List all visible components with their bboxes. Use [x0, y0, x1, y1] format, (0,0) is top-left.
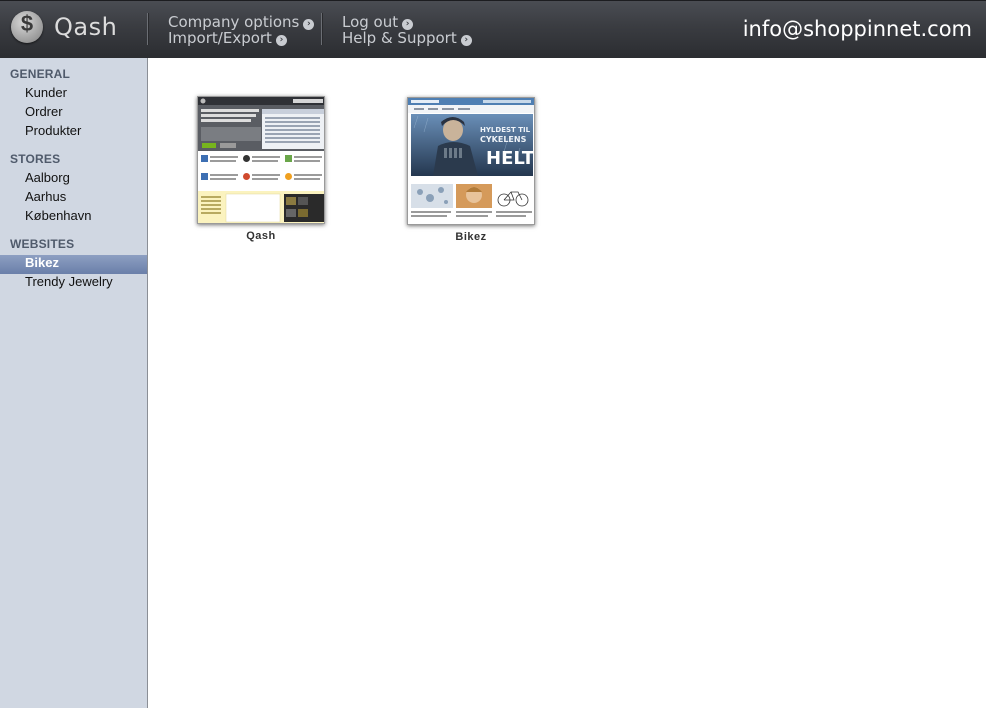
website-name[interactable]: Qash [197, 230, 325, 242]
website-preview-image[interactable]: HYLDEST TIL CYKELENS HELTE [407, 97, 535, 225]
sidebar: GENERAL Kunder Ordrer Produkter STORES A… [0, 58, 148, 708]
svg-text:CYKELENS: CYKELENS [480, 135, 527, 144]
sidebar-item-bikez[interactable]: Bikez [0, 255, 147, 274]
sidebar-item-produkter[interactable]: Produkter [0, 123, 147, 142]
top-bar: $ Qash Company options › Import/Export › L… [0, 0, 986, 58]
section-heading-general: GENERAL [10, 67, 71, 81]
dollar-coin-icon[interactable]: $ [11, 11, 43, 43]
svg-text:HELTE: HELTE [486, 148, 535, 169]
sidebar-item-ordrer[interactable]: Ordrer [0, 104, 147, 123]
sidebar-item-aalborg[interactable]: Aalborg [0, 170, 147, 189]
import-export-link[interactable]: Import/Export › [168, 29, 287, 47]
header-divider [321, 13, 322, 45]
app-name[interactable]: Qash [54, 13, 117, 41]
section-heading-stores: STORES [10, 152, 61, 166]
arrow-right-circle-icon: › [275, 35, 287, 46]
arrow-right-circle-icon: › [460, 35, 472, 46]
sidebar-item-kunder[interactable]: Kunder [0, 85, 147, 104]
help-support-link[interactable]: Help & Support › [342, 29, 472, 47]
website-preview-image[interactable] [197, 96, 325, 224]
bikez-site-preview-image: HYLDEST TIL CYKELENS HELTE [408, 98, 535, 224]
header-divider [147, 13, 148, 45]
help-support-label: Help & Support [342, 29, 457, 47]
website-tile-qash[interactable]: Qash [197, 96, 325, 242]
import-export-label: Import/Export [168, 29, 272, 47]
sidebar-item-kobenhavn[interactable]: København [0, 208, 147, 227]
account-email[interactable]: info@shoppinnet.com [743, 17, 972, 41]
website-name[interactable]: Bikez [407, 231, 535, 243]
sidebar-item-trendy-jewelry[interactable]: Trendy Jewelry [0, 274, 147, 293]
sidebar-item-aarhus[interactable]: Aarhus [0, 189, 147, 208]
logo-symbol: $ [20, 11, 34, 36]
section-heading-websites: WEBSITES [10, 237, 75, 251]
website-tile-bikez[interactable]: HYLDEST TIL CYKELENS HELTE Bikez [407, 97, 535, 243]
svg-text:HYLDEST TIL: HYLDEST TIL [480, 126, 531, 134]
arrow-right-circle-icon: › [303, 19, 315, 30]
qash-site-preview-image [198, 97, 324, 223]
